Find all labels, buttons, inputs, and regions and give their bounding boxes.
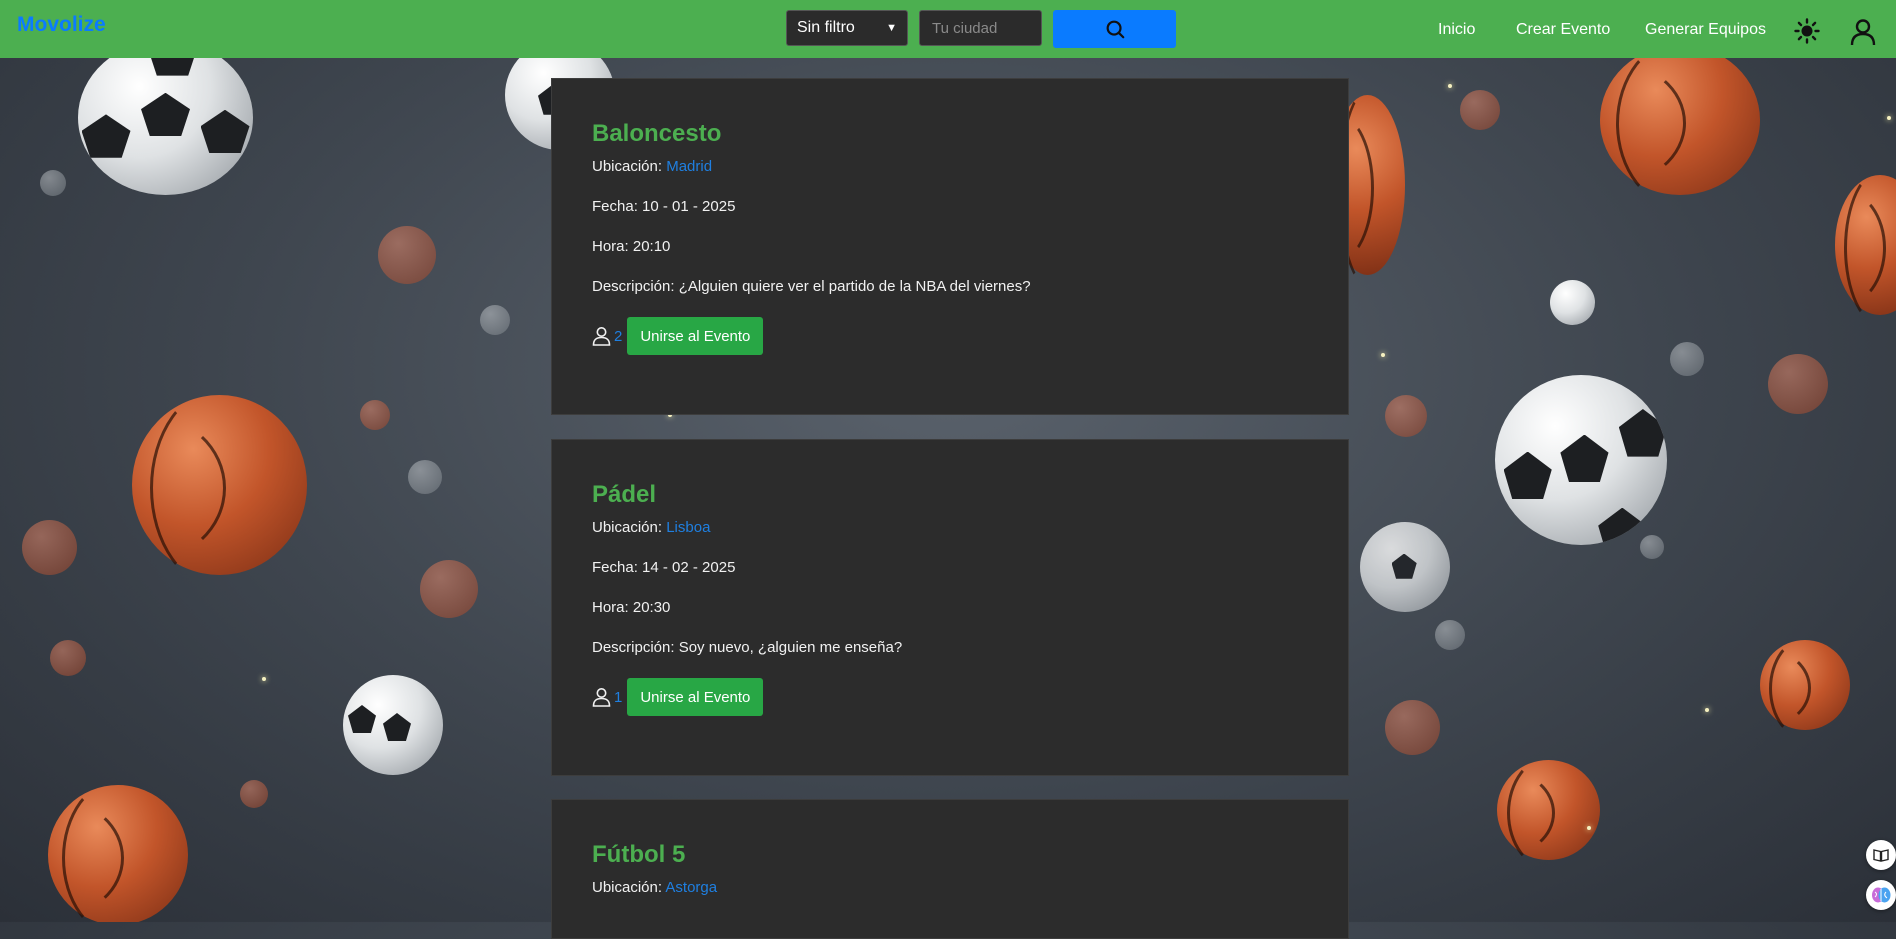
sun-icon[interactable] — [1794, 18, 1820, 44]
basketball — [1497, 755, 1600, 871]
bg-dot — [22, 520, 77, 575]
basketball — [48, 778, 188, 922]
event-actions: 2 Unirse al Evento — [592, 317, 1308, 355]
bg-spark — [1448, 84, 1452, 88]
event-location-link[interactable]: Madrid — [666, 158, 712, 175]
brand-logo[interactable]: Movolize — [17, 13, 106, 37]
soccer-ball — [343, 675, 443, 775]
event-location: Ubicación: Lisboa — [592, 518, 1308, 538]
event-card: Fútbol 5 Ubicación: Astorga — [551, 799, 1349, 939]
brain-icon[interactable] — [1866, 880, 1896, 910]
soccer-ball — [78, 40, 253, 195]
event-time: Hora: 20:30 — [592, 599, 671, 616]
filter-selected-value: Sin filtro — [797, 19, 855, 36]
bg-dot — [1640, 535, 1664, 559]
participant-count[interactable]: 2 — [614, 328, 622, 345]
bg-dot — [408, 460, 442, 494]
join-event-button[interactable]: Unirse al Evento — [627, 317, 764, 355]
event-title: Pádel — [592, 481, 657, 508]
bg-spark — [1381, 353, 1385, 357]
event-card: Pádel Ubicación: Lisboa Fecha: 14 - 02 -… — [551, 439, 1349, 776]
event-card: Baloncesto Ubicación: Madrid Fecha: 10 -… — [551, 78, 1349, 415]
bg-dot — [1768, 354, 1828, 414]
bg-spark — [262, 677, 266, 681]
bg-dot — [1460, 90, 1500, 130]
bg-spark — [1587, 826, 1591, 830]
soccer-ball — [1495, 375, 1667, 545]
basketball — [1835, 168, 1896, 328]
event-title: Baloncesto — [592, 120, 722, 147]
join-event-button[interactable]: Unirse al Evento — [627, 678, 764, 716]
event-time: Hora: 20:10 — [592, 238, 671, 255]
event-title: Fútbol 5 — [592, 841, 686, 868]
book-icon[interactable] — [1866, 840, 1896, 870]
soccer-ball — [1360, 522, 1450, 612]
event-description: Descripción: Soy nuevo, ¿alguien me ense… — [592, 639, 903, 656]
bg-dot — [240, 780, 268, 808]
bg-dot — [50, 640, 86, 676]
event-location: Ubicación: Madrid — [592, 157, 1308, 177]
person-icon — [592, 327, 611, 346]
location-label: Ubicación: — [592, 519, 663, 536]
event-date: Fecha: 14 - 02 - 2025 — [592, 559, 736, 576]
basketball — [132, 386, 307, 590]
bg-dot — [40, 170, 66, 196]
event-date: Fecha: 10 - 01 - 2025 — [592, 198, 736, 215]
filter-select[interactable]: Sin filtro ▼ — [786, 10, 908, 46]
bg-dot — [1670, 342, 1704, 376]
event-location-link[interactable]: Lisboa — [666, 519, 710, 536]
basketball — [1760, 635, 1850, 741]
event-description: Descripción: ¿Alguien quiere ver el part… — [592, 278, 1031, 295]
event-location: Ubicación: Astorga — [592, 878, 1308, 898]
location-label: Ubicación: — [592, 158, 663, 175]
bg-spark — [1887, 116, 1891, 120]
search-button[interactable] — [1053, 10, 1176, 48]
person-icon — [592, 688, 611, 707]
top-navbar: Movolize Sin filtro ▼ Inicio Crear Event… — [0, 0, 1896, 58]
soccer-ball — [1550, 280, 1595, 325]
city-input[interactable] — [919, 10, 1042, 46]
bg-spark — [1705, 708, 1709, 712]
bg-dot — [1435, 620, 1465, 650]
bg-dot — [378, 226, 436, 284]
nav-create-event-link[interactable]: Crear Evento — [1516, 21, 1610, 39]
location-label: Ubicación: — [592, 879, 663, 896]
bg-dot — [420, 560, 478, 618]
bg-dot — [1385, 700, 1440, 755]
search-icon — [1106, 20, 1124, 39]
basketball — [1600, 37, 1760, 209]
user-icon[interactable] — [1850, 18, 1876, 46]
participant-count[interactable]: 1 — [614, 689, 622, 706]
bg-dot — [360, 400, 390, 430]
bg-dot — [1385, 395, 1427, 437]
nav-home-link[interactable]: Inicio — [1438, 21, 1475, 39]
event-actions: 1 Unirse al Evento — [592, 678, 1308, 716]
chevron-down-icon: ▼ — [886, 22, 897, 34]
nav-generate-teams-link[interactable]: Generar Equipos — [1645, 21, 1766, 39]
bg-dot — [480, 305, 510, 335]
event-location-link[interactable]: Astorga — [665, 879, 717, 896]
